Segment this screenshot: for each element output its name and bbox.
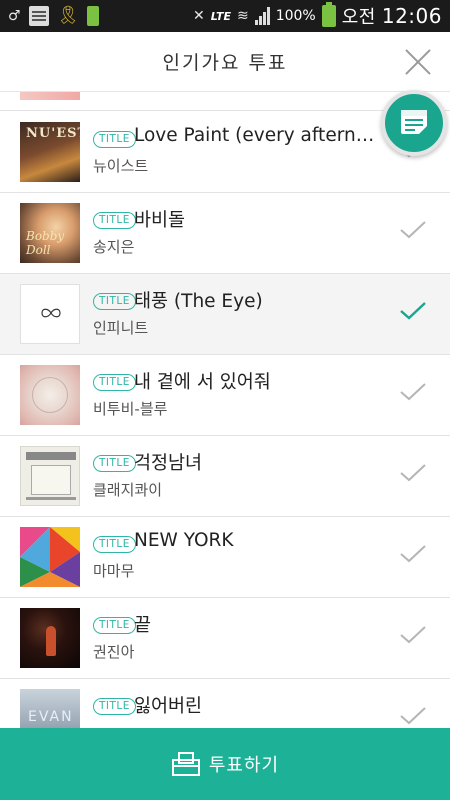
check-selected-icon[interactable] xyxy=(400,302,426,320)
song-title: Love Paint (every afterno... xyxy=(134,125,384,146)
title-badge: TITLE xyxy=(93,212,136,229)
list-item[interactable]: TITLE 끝 권진아 xyxy=(0,598,450,679)
song-title: 걱정남녀 xyxy=(134,453,203,474)
thumbnail-ring xyxy=(32,377,68,413)
title-badge: TITLE xyxy=(93,374,136,391)
notice-board-icon xyxy=(401,110,427,134)
list-item[interactable]: TITLE NEW YORK 마마무 xyxy=(0,517,450,598)
thumbnail-text: Bobby Doll xyxy=(26,229,65,257)
vote-button[interactable]: 투표하기 xyxy=(0,728,450,800)
album-thumbnail xyxy=(20,365,80,425)
clock-time: 12:06 xyxy=(381,4,442,28)
title-badge: TITLE xyxy=(93,617,136,634)
battery-percent: 100% xyxy=(275,8,316,24)
ballot-box-icon xyxy=(171,752,200,776)
album-thumbnail xyxy=(20,92,80,100)
gender-icon: ♂ xyxy=(8,8,21,24)
album-thumbnail xyxy=(20,284,80,344)
battery-full-icon xyxy=(87,6,100,26)
lte-label: LTE xyxy=(210,9,231,23)
thumbnail-text: EVAN xyxy=(28,709,74,725)
check-icon[interactable] xyxy=(400,383,426,401)
header: 인기가요 투표 xyxy=(0,32,450,92)
mute-icon: ✕ xyxy=(193,8,205,24)
song-title: 태풍 (The Eye) xyxy=(134,291,263,312)
thumbnail-text: NU'EST xyxy=(26,126,80,141)
ribbon-icon: 🎗 xyxy=(56,5,80,26)
album-thumbnail xyxy=(20,608,80,668)
album-thumbnail xyxy=(20,446,80,506)
album-thumbnail: Bobby Doll xyxy=(20,203,80,263)
song-title: 끝 xyxy=(134,615,152,636)
notice-fab-button[interactable] xyxy=(381,90,447,156)
thumbnail-shape xyxy=(26,497,76,500)
status-bar-right: ✕ LTE ≋ 100% 오전 12:06 xyxy=(193,2,442,29)
album-thumbnail: EVAN xyxy=(20,689,80,728)
notes-icon xyxy=(28,6,49,26)
artist-name: 비투비-블루 xyxy=(93,400,168,418)
artist-name: 인피니트 xyxy=(93,319,149,337)
artist-name: 마마무 xyxy=(93,562,135,580)
list-item[interactable]: Bobby Doll TITLE 바비돌 송지은 xyxy=(0,193,450,274)
clock-ampm: 오전 xyxy=(341,7,376,28)
geometric-art xyxy=(20,527,80,587)
title-badge: TITLE xyxy=(93,698,136,715)
thumbnail-shape xyxy=(26,452,76,460)
check-icon[interactable] xyxy=(400,221,426,239)
list-item-selected[interactable]: TITLE 태풍 (The Eye) 인피니트 xyxy=(0,274,450,355)
check-icon[interactable] xyxy=(400,545,426,563)
song-title: 잃어버린 xyxy=(134,696,203,717)
list-item[interactable]: EVAN TITLE 잃어버린 xyxy=(0,679,450,728)
artist-name: 권진아 xyxy=(93,643,135,661)
status-bar-left: ♂ 🎗 xyxy=(8,5,100,26)
artist-name: 송지은 xyxy=(93,238,135,256)
check-icon[interactable] xyxy=(400,626,426,644)
song-title: 내 곁에 서 있어줘 xyxy=(134,372,271,393)
list-item-partial[interactable] xyxy=(0,92,450,111)
title-badge: TITLE xyxy=(93,293,136,310)
song-list[interactable]: NU'EST TITLE Love Paint (every afterno..… xyxy=(0,92,450,728)
vote-button-label: 투표하기 xyxy=(208,755,280,776)
check-icon[interactable] xyxy=(400,464,426,482)
list-item[interactable]: TITLE 내 곁에 서 있어줘 비투비-블루 xyxy=(0,355,450,436)
album-thumbnail: NU'EST xyxy=(20,122,80,182)
song-title: NEW YORK xyxy=(134,530,234,551)
status-bar: ♂ 🎗 ✕ LTE ≋ 100% 오전 12:06 xyxy=(0,0,450,32)
page-title: 인기가요 투표 xyxy=(162,52,288,74)
check-icon[interactable] xyxy=(400,707,426,725)
title-badge: TITLE xyxy=(93,131,136,148)
song-title: 바비돌 xyxy=(134,210,186,231)
list-item[interactable]: TITLE 걱정남녀 클래지콰이 xyxy=(0,436,450,517)
screen: ♂ 🎗 ✕ LTE ≋ 100% 오전 12:06 인기가요 투표 NU'ES … xyxy=(0,0,450,800)
title-badge: TITLE xyxy=(93,536,136,553)
thumbnail-shape xyxy=(31,465,71,495)
close-button[interactable] xyxy=(404,48,432,76)
artist-name: 클래지콰이 xyxy=(93,481,163,499)
wifi-icon: ≋ xyxy=(236,8,249,24)
artist-name: 뉴이스트 xyxy=(93,157,149,175)
infinity-logo-icon xyxy=(41,308,61,318)
album-thumbnail xyxy=(20,527,80,587)
signal-icon xyxy=(254,7,270,25)
battery-icon xyxy=(321,2,336,27)
thumbnail-figure xyxy=(46,626,56,656)
title-badge: TITLE xyxy=(93,455,136,472)
